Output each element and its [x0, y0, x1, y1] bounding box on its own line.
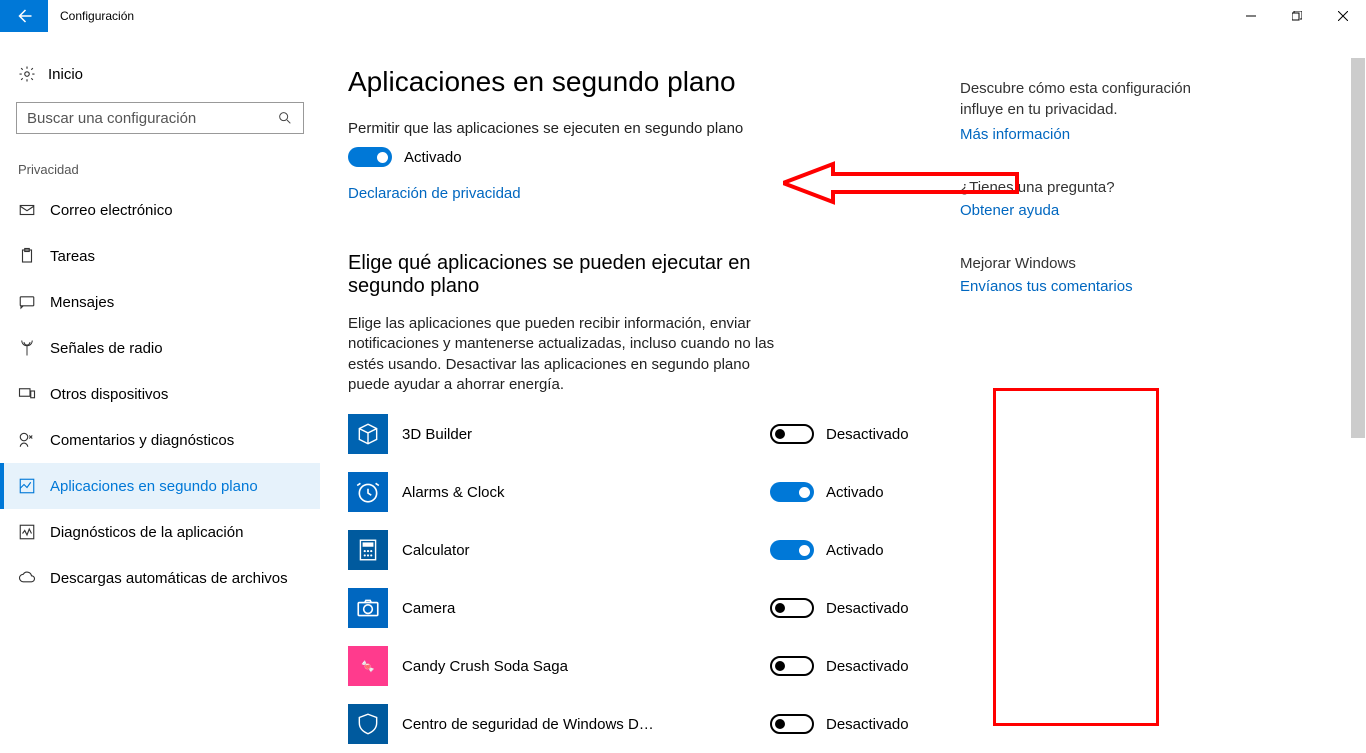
app-name: 3D Builder — [402, 426, 770, 443]
page-title: Aplicaciones en segundo plano — [348, 66, 920, 98]
search-placeholder: Buscar una configuración — [27, 110, 277, 127]
get-help-link[interactable]: Obtener ayuda — [960, 202, 1230, 219]
maximize-button[interactable] — [1274, 0, 1320, 32]
app-icon — [348, 472, 388, 512]
shield-icon — [355, 711, 381, 737]
minimize-button[interactable] — [1228, 0, 1274, 32]
minimize-icon — [1246, 11, 1256, 21]
nav-label: Correo electrónico — [50, 202, 173, 219]
nav-label: Señales de radio — [50, 340, 163, 357]
arrow-left-icon — [15, 7, 33, 25]
maximize-icon — [1292, 11, 1302, 21]
back-button[interactable] — [0, 0, 48, 32]
home-label: Inicio — [48, 66, 83, 83]
app-name: Camera — [402, 600, 770, 617]
master-toggle[interactable] — [348, 147, 392, 167]
nav-item-background-apps[interactable]: Aplicaciones en segundo plano — [0, 463, 320, 509]
nav-item-other-devices[interactable]: Otros dispositivos — [0, 371, 320, 417]
app-row-windows-defender: Centro de seguridad de Windows D… Desact… — [348, 695, 920, 753]
nav-label: Otros dispositivos — [50, 386, 168, 403]
app-toggle-state: Desactivado — [826, 716, 909, 733]
app-icon — [348, 414, 388, 454]
right-panel: Descubre cómo esta configuración influye… — [960, 32, 1240, 726]
sidebar: Inicio Buscar una configuración Privacid… — [0, 32, 320, 726]
app-toggle-state: Activado — [826, 542, 884, 559]
cloud-icon — [18, 569, 36, 587]
app-icon — [348, 704, 388, 744]
activity-icon — [18, 477, 36, 495]
app-toggle[interactable] — [770, 540, 814, 560]
nav-item-app-diagnostics[interactable]: Diagnósticos de la aplicación — [0, 509, 320, 555]
nav-label: Tareas — [50, 248, 95, 265]
clock-icon — [355, 479, 381, 505]
privacy-link[interactable]: Declaración de privacidad — [348, 185, 920, 202]
nav-item-radio[interactable]: Señales de radio — [0, 325, 320, 371]
nav-item-messages[interactable]: Mensajes — [0, 279, 320, 325]
app-toggle[interactable] — [770, 714, 814, 734]
app-toggle[interactable] — [770, 482, 814, 502]
app-row-3d-builder: 3D Builder Desactivado — [348, 405, 920, 463]
app-toggle[interactable] — [770, 424, 814, 444]
title-bar: Configuración — [0, 0, 1366, 32]
app-toggle-state: Desactivado — [826, 658, 909, 675]
more-info-link[interactable]: Más información — [960, 126, 1230, 143]
mail-icon — [18, 201, 36, 219]
message-icon — [18, 293, 36, 311]
nav-label: Descargas automáticas de archivos — [50, 570, 288, 587]
choose-apps-description: Elige las aplicaciones que pueden recibi… — [348, 314, 778, 395]
app-icon: 🍬 — [348, 646, 388, 686]
app-name: Candy Crush Soda Saga — [402, 658, 770, 675]
choose-apps-heading: Elige qué aplicaciones se pueden ejecuta… — [348, 252, 768, 298]
nav-item-tasks[interactable]: Tareas — [0, 233, 320, 279]
app-name: Alarms & Clock — [402, 484, 770, 501]
app-name: Centro de seguridad de Windows D… — [402, 716, 770, 733]
nav-label: Diagnósticos de la aplicación — [50, 524, 243, 541]
search-icon — [277, 110, 293, 126]
nav-label: Comentarios y diagnósticos — [50, 432, 234, 449]
devices-icon — [18, 385, 36, 403]
nav-label: Aplicaciones en segundo plano — [50, 478, 258, 495]
diagnostics-icon — [18, 523, 36, 541]
nav-item-feedback[interactable]: Comentarios y diagnósticos — [0, 417, 320, 463]
main-content: Aplicaciones en segundo plano Permitir q… — [320, 32, 960, 726]
camera-icon — [355, 595, 381, 621]
app-toggle[interactable] — [770, 598, 814, 618]
calculator-icon — [355, 537, 381, 563]
app-toggle-state: Desactivado — [826, 426, 909, 443]
antenna-icon — [18, 339, 36, 357]
improve-title: Mejorar Windows — [960, 255, 1230, 272]
nav-item-auto-downloads[interactable]: Descargas automáticas de archivos — [0, 555, 320, 601]
allow-apps-label: Permitir que las aplicaciones se ejecute… — [348, 120, 920, 137]
master-toggle-state: Activado — [404, 149, 462, 166]
app-icon — [348, 530, 388, 570]
nav-label: Mensajes — [50, 294, 114, 311]
search-input[interactable]: Buscar una configuración — [16, 102, 304, 134]
close-icon — [1338, 11, 1348, 21]
app-name: Calculator — [402, 542, 770, 559]
app-toggle[interactable] — [770, 656, 814, 676]
gear-icon — [18, 65, 36, 83]
section-label: Privacidad — [0, 134, 320, 187]
app-row-calculator: Calculator Activado — [348, 521, 920, 579]
app-icon — [348, 588, 388, 628]
scrollbar[interactable] — [1351, 58, 1365, 698]
clipboard-icon — [18, 247, 36, 265]
privacy-info-text: Descubre cómo esta configuración influye… — [960, 78, 1230, 120]
question-title: ¿Tienes una pregunta? — [960, 179, 1230, 196]
app-toggle-state: Desactivado — [826, 600, 909, 617]
close-button[interactable] — [1320, 0, 1366, 32]
send-feedback-link[interactable]: Envíanos tus comentarios — [960, 278, 1230, 295]
app-toggle-state: Activado — [826, 484, 884, 501]
app-row-camera: Camera Desactivado — [348, 579, 920, 637]
nav-item-email[interactable]: Correo electrónico — [0, 187, 320, 233]
cube-icon — [355, 421, 381, 447]
app-row-candy-crush: 🍬 Candy Crush Soda Saga Desactivado — [348, 637, 920, 695]
home-button[interactable]: Inicio — [0, 54, 320, 94]
window-title: Configuración — [48, 0, 134, 32]
app-row-alarms: Alarms & Clock Activado — [348, 463, 920, 521]
feedback-icon — [18, 431, 36, 449]
